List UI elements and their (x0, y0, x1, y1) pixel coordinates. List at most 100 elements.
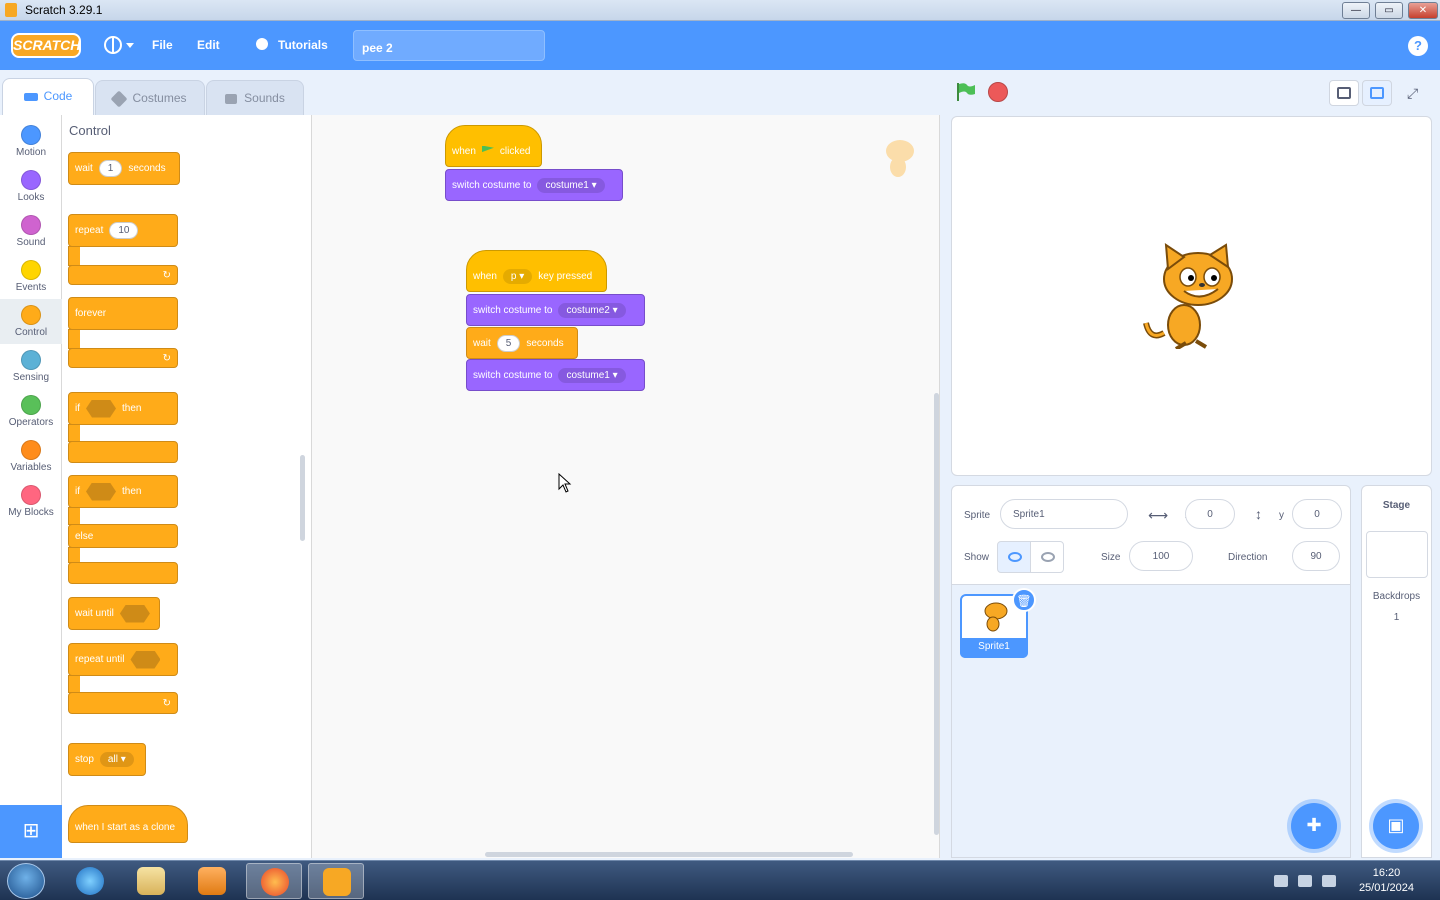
backdrop-thumbnail[interactable] (1366, 531, 1428, 578)
tray-volume-icon[interactable] (1322, 875, 1336, 887)
repeat-count-input[interactable]: 10 (109, 222, 139, 239)
block-text: when (452, 145, 476, 157)
tab-costumes[interactable]: Costumes (95, 80, 205, 115)
costume-dropdown[interactable]: costume2 ▾ (558, 302, 626, 318)
tray-flag-icon[interactable] (1274, 875, 1288, 887)
switch-costume-block[interactable]: switch costume to costume1 ▾ (466, 359, 645, 391)
stop-block[interactable]: stop all ▾ (68, 743, 146, 776)
green-flag-button[interactable] (956, 83, 976, 101)
category-events[interactable]: Events (0, 254, 62, 299)
delete-sprite-button[interactable]: 🗑 (1012, 588, 1036, 612)
else-section: else (68, 524, 178, 548)
small-stage-button[interactable] (1329, 80, 1359, 106)
mouse-cursor-icon (558, 472, 572, 496)
forever-block[interactable]: forever (68, 297, 178, 330)
condition-slot[interactable] (86, 482, 116, 501)
taskbar-scratch[interactable] (308, 863, 364, 899)
category-operators[interactable]: Operators (0, 389, 62, 434)
media-player-icon (198, 867, 226, 895)
costume-dropdown[interactable]: costume1 ▾ (558, 367, 626, 383)
switch-costume-block[interactable]: switch costume to costume2 ▾ (466, 294, 645, 326)
if-else-block[interactable]: if then (68, 475, 178, 508)
project-title-input[interactable]: pee 2 (353, 30, 545, 61)
category-sensing[interactable]: Sensing (0, 344, 62, 389)
windows-taskbar: 16:20 25/01/2024 (0, 860, 1440, 900)
maximize-button[interactable]: ▭ (1375, 2, 1403, 19)
hide-sprite-button[interactable] (1030, 541, 1064, 573)
condition-slot[interactable] (86, 399, 116, 418)
minimize-button[interactable]: — (1342, 2, 1370, 19)
condition-slot[interactable] (119, 604, 150, 623)
x-position-input[interactable]: 0 (1185, 499, 1235, 529)
script-horizontal-scrollbar[interactable] (485, 852, 853, 857)
tray-network-icon[interactable] (1298, 875, 1312, 887)
add-extension-button[interactable]: ⊞ (0, 805, 62, 858)
when-start-as-clone-block[interactable]: when I start as a clone (68, 805, 188, 843)
script-area[interactable]: when clicked switch costume to costume1 … (312, 115, 1232, 858)
taskbar-media[interactable] (184, 863, 240, 899)
edit-menu[interactable]: Edit (197, 38, 220, 52)
script-vertical-scrollbar[interactable] (934, 393, 939, 835)
switch-costume-block[interactable]: switch costume to costume1 ▾ (445, 169, 623, 201)
choose-backdrop-button[interactable]: ▣ (1373, 803, 1419, 849)
y-position-input[interactable]: 0 (1292, 499, 1342, 529)
sprite-thumb-cat-icon (980, 600, 1010, 635)
wait-until-block[interactable]: wait until (68, 597, 160, 630)
category-control[interactable]: Control (0, 299, 62, 344)
palette-scrollbar[interactable] (300, 455, 305, 541)
file-menu[interactable]: File (152, 38, 173, 52)
forever-block-footer: ↻ (68, 348, 178, 368)
block-text: switch costume to (452, 179, 532, 191)
normal-stage-button[interactable] (1362, 80, 1392, 106)
category-my-blocks[interactable]: My Blocks (0, 479, 62, 524)
repeat-until-block[interactable]: repeat until (68, 643, 178, 676)
stop-button[interactable] (988, 82, 1008, 102)
category-variables[interactable]: Variables (0, 434, 62, 479)
wait-seconds-input[interactable]: 1 (98, 160, 123, 177)
taskbar-ie[interactable] (62, 863, 118, 899)
repeat-block[interactable]: repeat 10 (68, 214, 178, 247)
category-looks[interactable]: Looks (0, 164, 62, 209)
language-caret-icon[interactable] (126, 43, 134, 48)
start-button[interactable] (7, 863, 45, 899)
taskbar-explorer[interactable] (123, 863, 179, 899)
condition-slot[interactable] (130, 650, 161, 669)
choose-sprite-button[interactable]: ✚ (1291, 803, 1337, 849)
key-dropdown[interactable]: p ▾ (502, 268, 533, 284)
scratch-logo[interactable]: SCRATCH (11, 33, 81, 58)
stage-canvas[interactable] (951, 116, 1432, 476)
category-label: Control (14, 327, 48, 338)
fullscreen-icon: ⤢ (1407, 85, 1419, 101)
if-then-block[interactable]: if then (68, 392, 178, 425)
sprite-watermark-icon (878, 135, 920, 181)
repeat-until-footer: ↻ (68, 692, 178, 714)
tutorials-menu[interactable]: Tutorials (278, 38, 328, 52)
tab-sounds[interactable]: Sounds (206, 80, 304, 115)
repeat-block-footer: ↻ (68, 265, 178, 285)
when-key-pressed-block[interactable]: when p ▾ key pressed (466, 250, 607, 292)
close-button[interactable]: ✕ (1408, 2, 1438, 19)
when-flag-clicked-block[interactable]: when clicked (445, 125, 542, 167)
tab-sounds-label: Sounds (244, 91, 285, 105)
fullscreen-button[interactable]: ⤢ (1400, 80, 1430, 106)
direction-input[interactable]: 90 (1292, 541, 1340, 571)
wait-seconds-input[interactable]: 5 (496, 334, 521, 352)
block-text: repeat until (75, 654, 125, 665)
show-sprite-button[interactable] (997, 541, 1031, 573)
stop-option-dropdown[interactable]: all ▾ (99, 752, 134, 767)
language-globe-icon[interactable] (104, 36, 122, 54)
category-motion[interactable]: Motion (0, 119, 62, 164)
costume-dropdown[interactable]: costume1 ▾ (537, 177, 605, 193)
size-input[interactable]: 100 (1129, 541, 1193, 571)
system-clock[interactable]: 16:20 25/01/2024 (1359, 866, 1414, 896)
sprite-name-input[interactable]: Sprite1 (1000, 499, 1128, 529)
help-icon[interactable]: ? (1408, 36, 1428, 56)
wait-seconds-block[interactable]: wait 5 seconds (466, 327, 578, 359)
tab-code[interactable]: Code (2, 78, 94, 116)
forever-mouth (68, 329, 80, 349)
category-sound[interactable]: Sound (0, 209, 62, 254)
sensing-dot-icon (21, 350, 41, 370)
taskbar-firefox[interactable] (246, 863, 302, 899)
looks-dot-icon (21, 170, 41, 190)
wait-seconds-block[interactable]: wait 1 seconds (68, 152, 180, 185)
